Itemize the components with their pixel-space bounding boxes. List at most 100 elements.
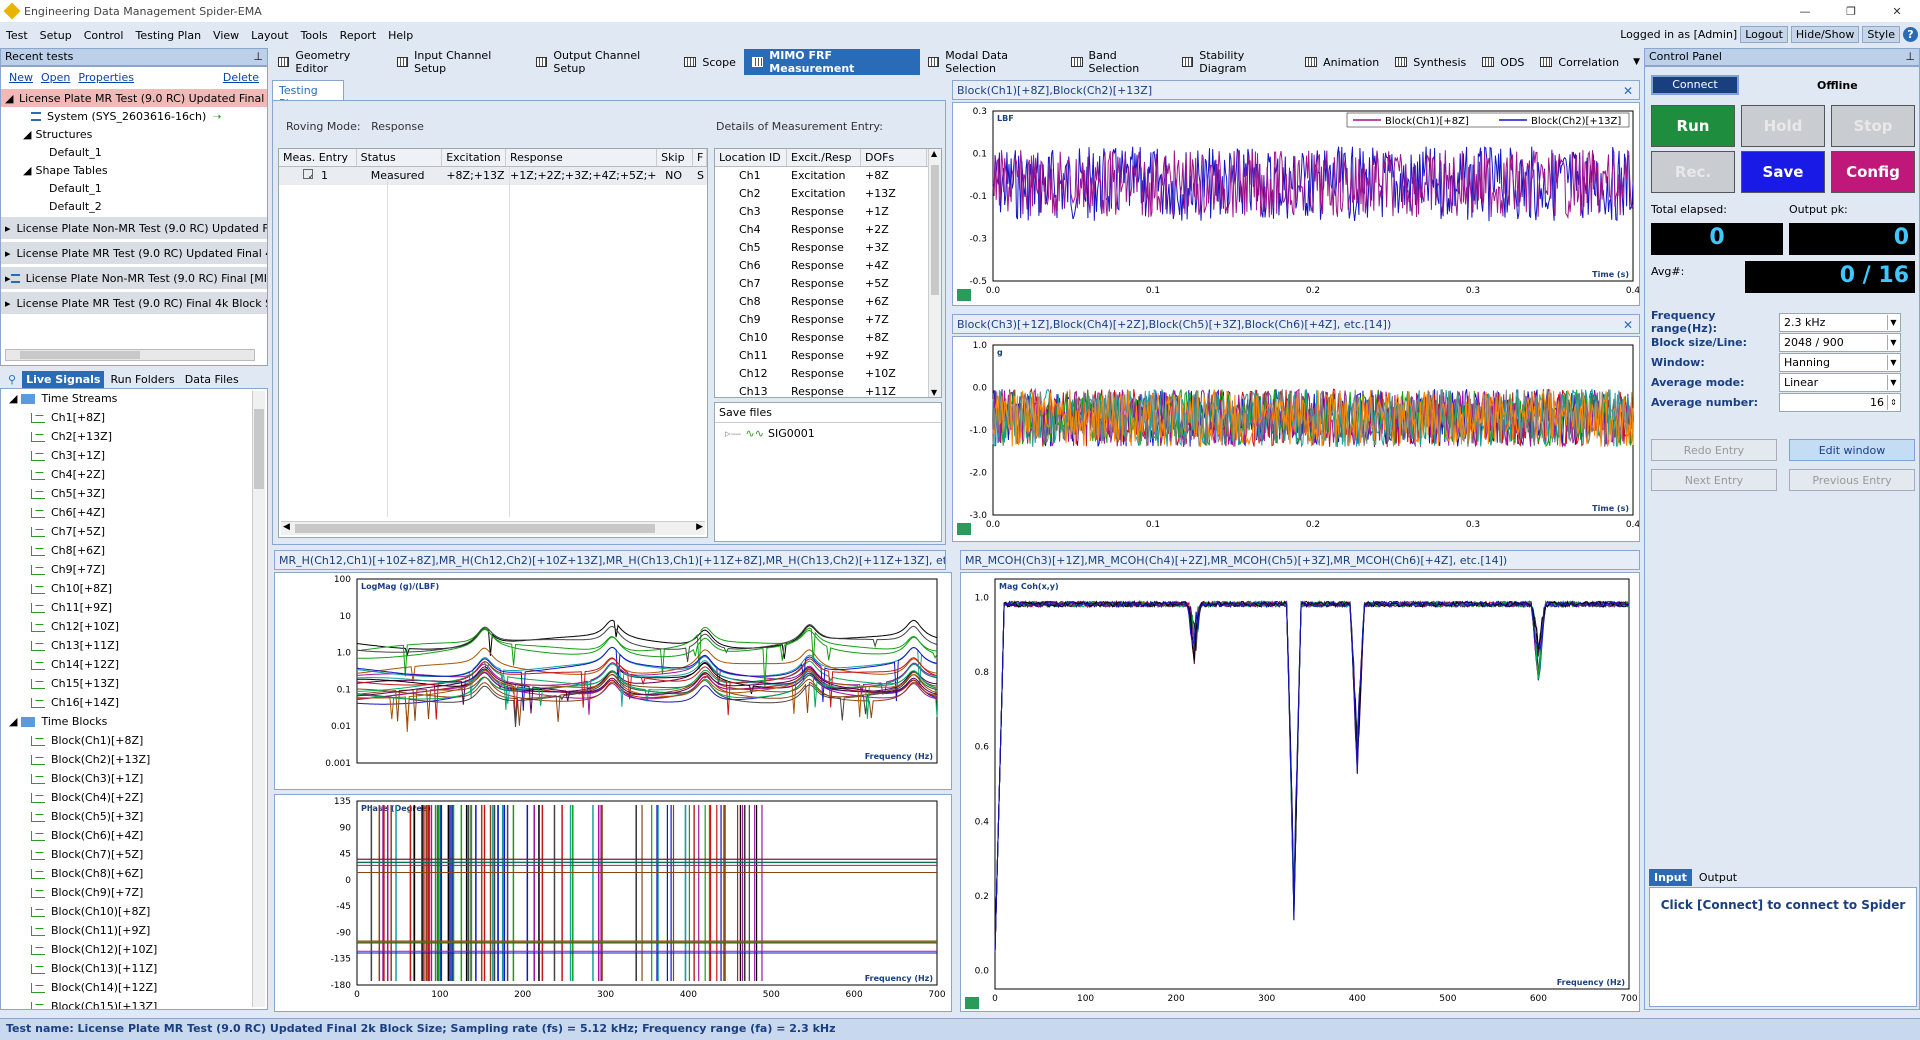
- minimize-button[interactable]: —: [1782, 0, 1828, 22]
- signal-item[interactable]: Ch9[+7Z]: [1, 560, 267, 579]
- signal-item[interactable]: Block(Ch7)[+5Z]: [1, 845, 267, 864]
- logmag-chart[interactable]: 100 10 1.0 0.1 0.01 0.001 LogMag (g)/(LBF) Freq…: [274, 572, 952, 790]
- param-field[interactable]: Linear ▼: [1779, 372, 1901, 392]
- col-location-id[interactable]: Location ID: [715, 149, 787, 166]
- signal-item[interactable]: Block(Ch6)[+4Z]: [1, 826, 267, 845]
- recent-item[interactable]: ▸ License Plate Non-MR Test (9.0 RC) Upda…: [1, 217, 267, 239]
- save-button[interactable]: Save: [1741, 151, 1825, 193]
- tab-testing-plan[interactable]: Testing Plan: [272, 80, 344, 110]
- tab-input-channel-setup[interactable]: Input Channel Setup: [389, 49, 528, 75]
- loc-vscroll[interactable]: ▲ ▼: [928, 149, 941, 397]
- signal-item[interactable]: Block(Ch12)[+10Z]: [1, 940, 267, 959]
- properties-link[interactable]: Properties: [78, 71, 134, 85]
- record-button[interactable]: Rec.: [1651, 151, 1735, 193]
- signal-item[interactable]: Ch8[+6Z]: [1, 541, 267, 560]
- col-skip[interactable]: Skip: [657, 149, 694, 166]
- table-row[interactable]: Ch4 Response +2Z: [715, 221, 941, 239]
- tab-synthesis[interactable]: Synthesis: [1387, 49, 1474, 75]
- signal-item[interactable]: Block(Ch13)[+11Z]: [1, 959, 267, 978]
- signal-item[interactable]: Block(Ch1)[+8Z]: [1, 731, 267, 750]
- pin-icon[interactable]: ⊥: [253, 50, 263, 63]
- chart-tab-mcoh[interactable]: MR_MCOH(Ch3)[+1Z],MR_MCOH(Ch4)[+2Z],MR_M…: [960, 550, 1640, 570]
- tree-default[interactable]: Default_1: [1, 179, 267, 197]
- signal-item[interactable]: Ch7[+5Z]: [1, 522, 267, 541]
- horizontal-scrollbar[interactable]: [5, 349, 255, 361]
- signal-item[interactable]: Ch12[+10Z]: [1, 617, 267, 636]
- recent-item[interactable]: ▸ License Plate MR Test (9.0 RC) Final 4k…: [1, 292, 267, 314]
- table-row[interactable]: Ch12 Response +10Z: [715, 365, 941, 383]
- signal-item[interactable]: Block(Ch15)[+13Z]: [1, 997, 267, 1009]
- signal-item[interactable]: Ch14[+12Z]: [1, 655, 267, 674]
- signal-item[interactable]: Ch15[+13Z]: [1, 674, 267, 693]
- tab-data-files[interactable]: Data Files: [181, 371, 243, 388]
- col-meas-entry[interactable]: Meas. Entry: [279, 149, 357, 166]
- group-time-streams[interactable]: ◢ Time Streams: [1, 389, 267, 408]
- col-excitation[interactable]: Excitation: [442, 149, 506, 166]
- tab-output[interactable]: Output: [1694, 869, 1742, 886]
- tab-run-folders[interactable]: Run Folders: [106, 371, 178, 388]
- signal-item[interactable]: Ch13[+11Z]: [1, 636, 267, 655]
- config-button[interactable]: Config: [1831, 151, 1915, 193]
- signal-item[interactable]: Block(Ch14)[+12Z]: [1, 978, 267, 997]
- open-link[interactable]: Open: [41, 71, 70, 85]
- chart-tab-frf[interactable]: MR_H(Ch12,Ch1)[+10Z+8Z],MR_H(Ch12,Ch2)[+…: [274, 550, 946, 570]
- chevron-down-icon[interactable]: ▼: [1887, 354, 1899, 370]
- table-row[interactable]: Ch11 Response +9Z: [715, 347, 941, 365]
- close-icon[interactable]: ✕: [1623, 318, 1633, 332]
- signal-item[interactable]: Ch1[+8Z]: [1, 408, 267, 427]
- signal-item[interactable]: Ch11[+9Z]: [1, 598, 267, 617]
- signal-item[interactable]: Block(Ch8)[+6Z]: [1, 864, 267, 883]
- table-row[interactable]: Ch10 Response +8Z: [715, 329, 941, 347]
- table-row[interactable]: ✓1 Measured +8Z;+13Z +1Z;+2Z;+3Z;+4Z;+5Z…: [279, 167, 707, 185]
- signal-item[interactable]: Ch3[+1Z]: [1, 446, 267, 465]
- menu-report[interactable]: Report: [334, 29, 382, 42]
- help-icon[interactable]: ?: [1903, 27, 1918, 42]
- col-status[interactable]: Status: [357, 149, 443, 166]
- previous-entry-button[interactable]: Previous Entry: [1789, 469, 1915, 491]
- close-icon[interactable]: ✕: [1623, 84, 1633, 98]
- tab-geometry-editor[interactable]: Geometry Editor: [270, 49, 389, 75]
- menu-layout[interactable]: Layout: [245, 29, 294, 42]
- spinner-icon[interactable]: ⇕: [1887, 394, 1899, 410]
- vertical-scrollbar[interactable]: [252, 391, 265, 1007]
- table-row[interactable]: Ch3 Response +1Z: [715, 203, 941, 221]
- table-row[interactable]: Ch9 Response +7Z: [715, 311, 941, 329]
- recent-item[interactable]: ◢ License Plate MR Test (9.0 RC) Updated …: [1, 89, 267, 107]
- tab-stability-diagram[interactable]: Stability Diagram: [1174, 49, 1297, 75]
- time-chart-1[interactable]: 0.0 0.1 0.2 0.3 0.4 0.3 0.1 -0.1 -0.3 -0.5 LBF Time…: [952, 102, 1640, 306]
- table-row[interactable]: Ch1 Excitation +8Z: [715, 167, 941, 185]
- menu-view[interactable]: View: [207, 29, 245, 42]
- signal-item[interactable]: Block(Ch3)[+1Z]: [1, 769, 267, 788]
- signal-item[interactable]: Ch4[+2Z]: [1, 465, 267, 484]
- param-field[interactable]: Hanning ▼: [1779, 352, 1901, 372]
- tab-correlation[interactable]: Correlation: [1532, 49, 1627, 75]
- recent-item[interactable]: ▸ License Plate Non-MR Test (9.0 RC) Fina…: [1, 267, 267, 289]
- col-f[interactable]: F: [693, 149, 707, 166]
- menu-tools[interactable]: Tools: [295, 29, 334, 42]
- table-row[interactable]: Ch6 Response +4Z: [715, 257, 941, 275]
- tree-structures[interactable]: ◢ Structures: [1, 125, 267, 143]
- tab-band-selection[interactable]: Band Selection: [1063, 49, 1174, 75]
- group-time-blocks[interactable]: ◢ Time Blocks: [1, 712, 267, 731]
- binoculars-icon[interactable]: ⚲: [4, 371, 20, 388]
- signal-item[interactable]: Block(Ch10)[+8Z]: [1, 902, 267, 921]
- coherence-chart[interactable]: 0 100 200 300 400 500 600 700 Mag Coh(x,y) Freque…: [960, 572, 1640, 1012]
- logout-button[interactable]: Logout: [1740, 26, 1788, 43]
- chart-toolbar-icon[interactable]: [965, 997, 979, 1009]
- param-field[interactable]: 16 ⇕: [1779, 392, 1901, 412]
- tree-shape-tables[interactable]: ◢ Shape Tables: [1, 161, 267, 179]
- signal-item[interactable]: Ch10[+8Z]: [1, 579, 267, 598]
- menu-testing-plan[interactable]: Testing Plan: [129, 29, 207, 42]
- menu-test[interactable]: Test: [0, 29, 34, 42]
- tab-mimo-frf-measurement[interactable]: MIMO FRF Measurement: [743, 49, 920, 75]
- col-response[interactable]: Response: [506, 149, 658, 166]
- chart-tab-block-ch1-ch2[interactable]: Block(Ch1)[+8Z],Block(Ch2)[+13Z] ✕: [952, 80, 1640, 100]
- signal-item[interactable]: Block(Ch5)[+3Z]: [1, 807, 267, 826]
- signal-item[interactable]: Ch5[+3Z]: [1, 484, 267, 503]
- signal-item[interactable]: Block(Ch9)[+7Z]: [1, 883, 267, 902]
- table-row[interactable]: Ch2 Excitation +13Z: [715, 185, 941, 203]
- table-row[interactable]: Ch7 Response +5Z: [715, 275, 941, 293]
- tab-input[interactable]: Input: [1649, 869, 1692, 886]
- menu-control[interactable]: Control: [78, 29, 130, 42]
- sig-file[interactable]: ▹— ∿∿ SIG0001: [715, 423, 941, 444]
